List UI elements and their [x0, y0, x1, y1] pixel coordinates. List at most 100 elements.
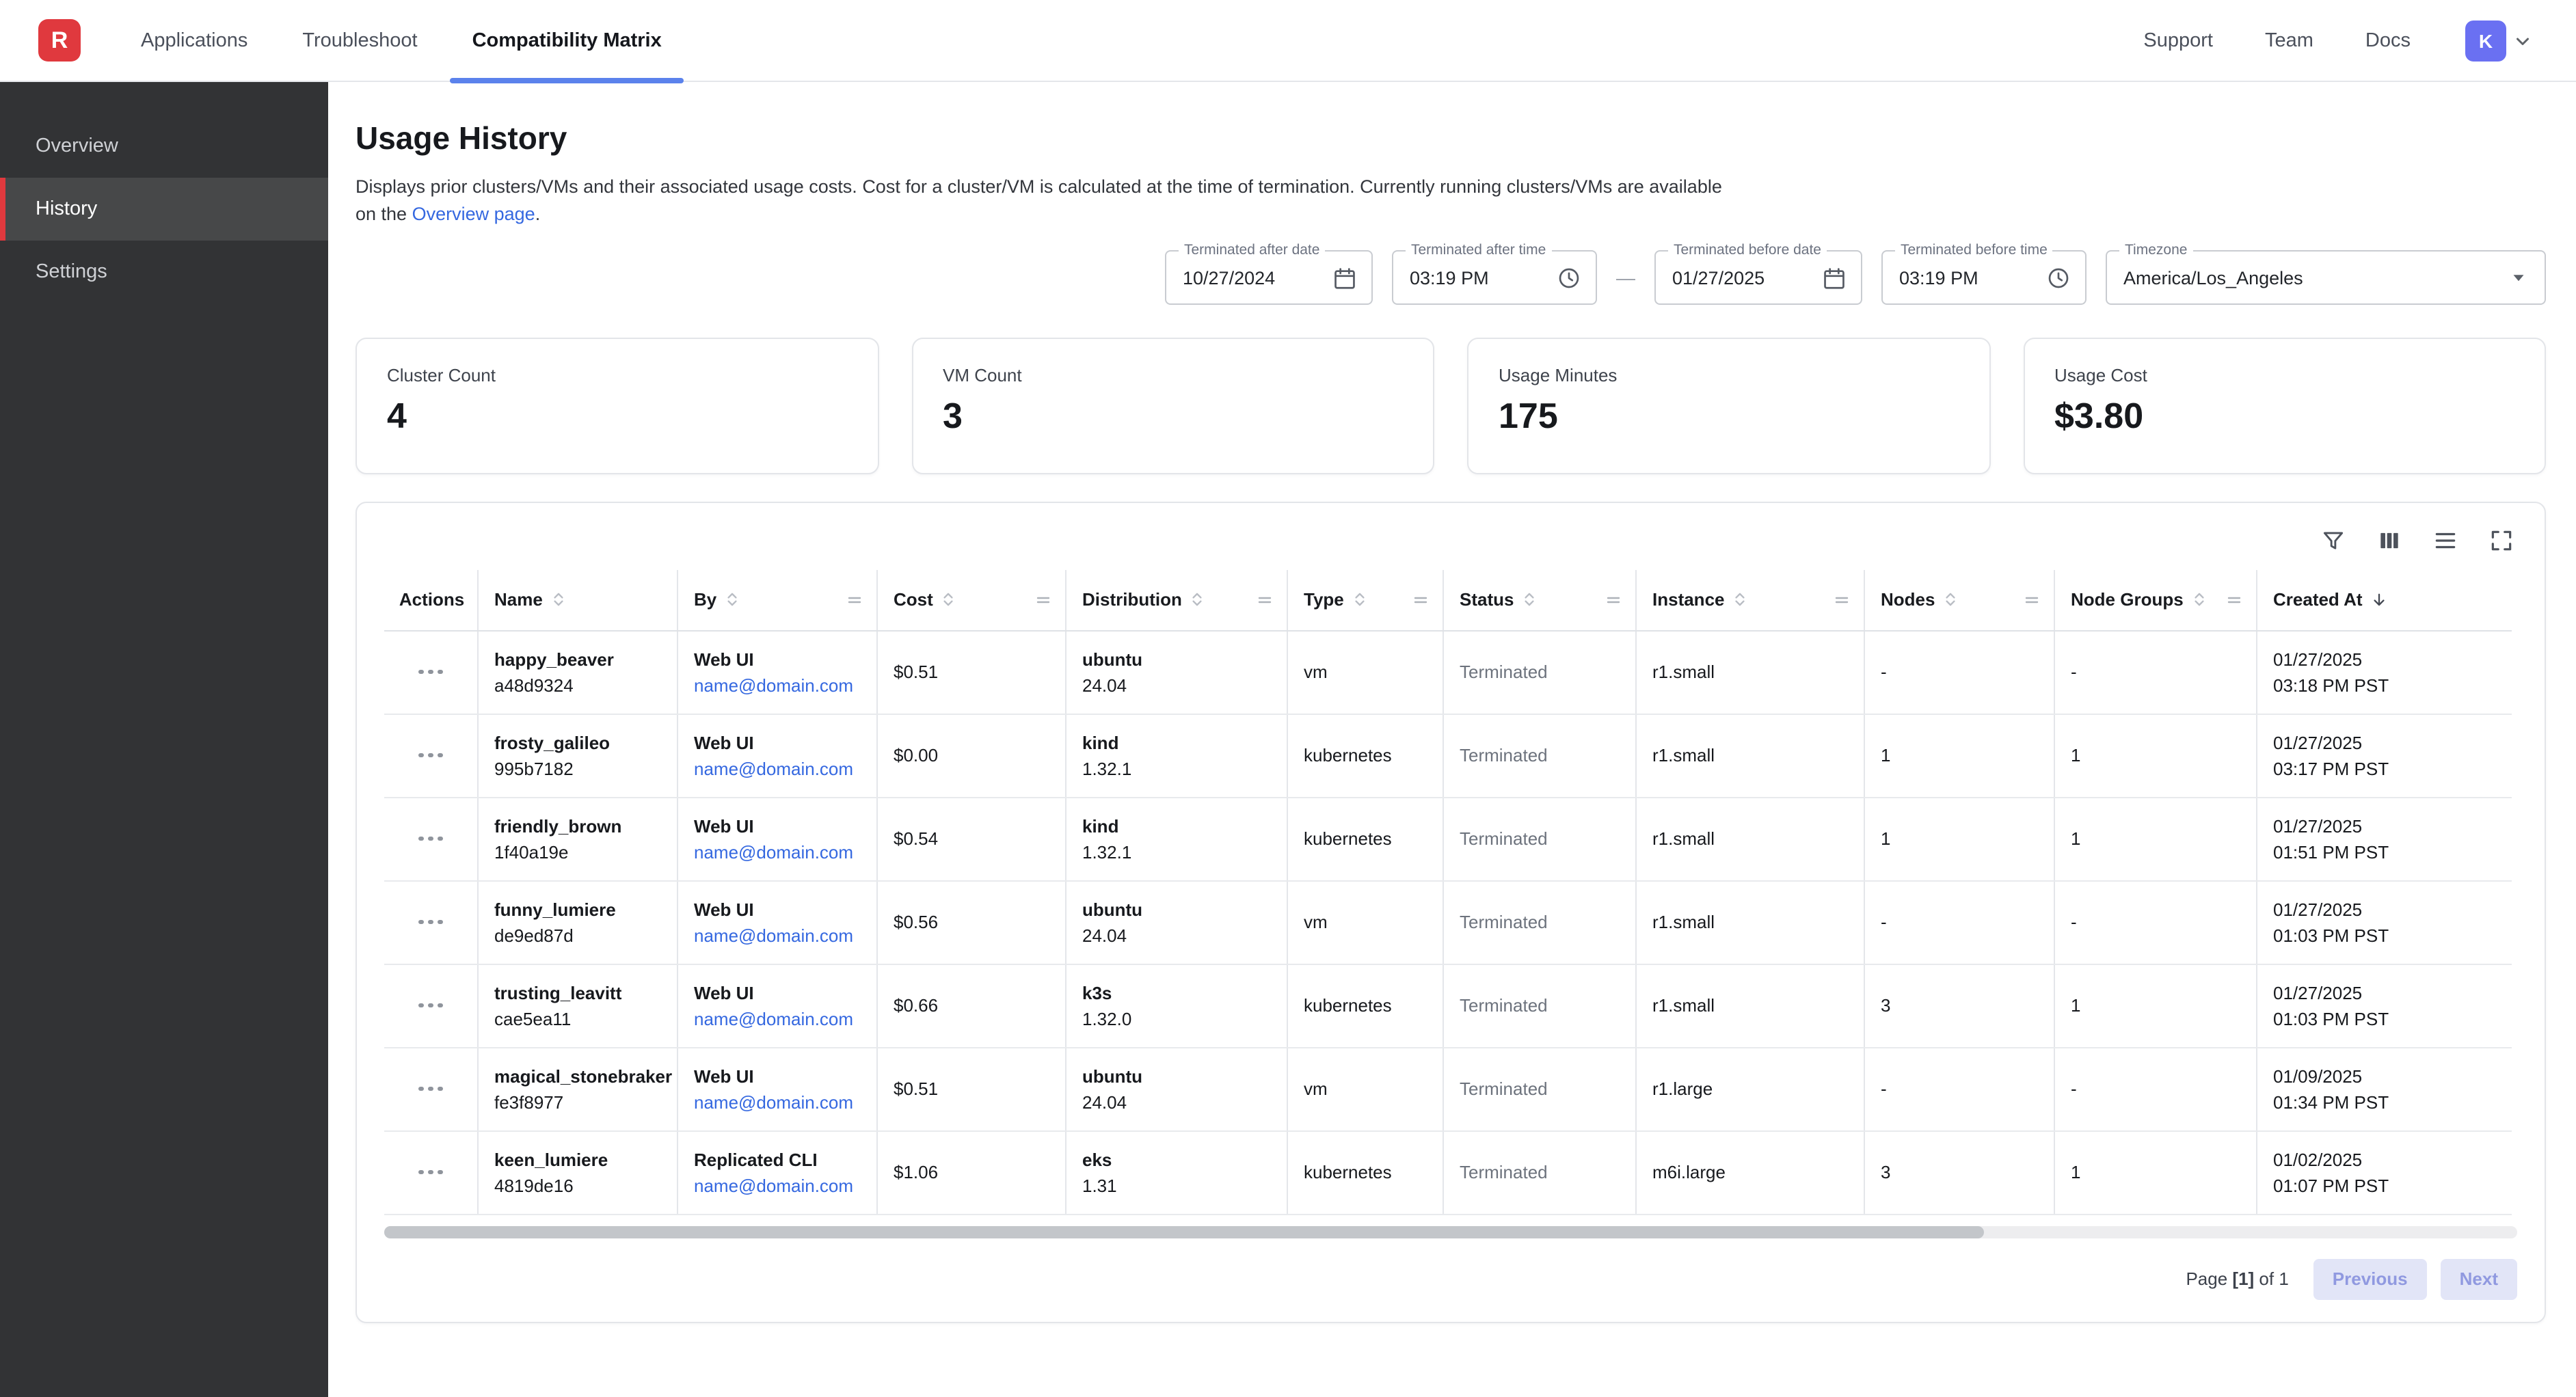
columns-icon[interactable] [2376, 528, 2402, 554]
filter-icon[interactable] [2320, 528, 2346, 554]
column-menu-icon[interactable] [2023, 592, 2039, 608]
cluster-name: funny_lumiere [494, 896, 660, 922]
column-header-nodes[interactable]: Nodes [1864, 570, 2054, 630]
nodes-cell: 3 [1864, 964, 2054, 1047]
next-page-button[interactable]: Next [2441, 1258, 2517, 1299]
sort-icon[interactable] [1520, 591, 1538, 609]
created-by-email-link[interactable]: name@domain.com [694, 841, 853, 862]
sort-icon[interactable] [1351, 591, 1369, 609]
created-by-email-link[interactable]: name@domain.com [694, 758, 853, 778]
terminated-before-date-field[interactable]: Terminated before date 01/27/2025 [1654, 250, 1862, 305]
instance-cell: r1.small [1635, 714, 1864, 797]
column-header-status[interactable]: Status [1443, 570, 1635, 630]
stat-card-cluster-count: Cluster Count 4 [355, 338, 878, 474]
sidebar-item-history[interactable]: History [0, 178, 328, 241]
column-menu-icon[interactable] [1034, 592, 1051, 608]
cluster-name: frosty_galileo [494, 729, 660, 755]
nav-item-troubleshoot[interactable]: Troubleshoot [302, 29, 417, 51]
sort-icon[interactable] [2190, 591, 2208, 609]
type-cell: kubernetes [1287, 714, 1443, 797]
nav-item-compatibility-matrix[interactable]: Compatibility Matrix [472, 0, 662, 81]
sort-icon[interactable] [1942, 591, 1959, 609]
calendar-icon[interactable] [1332, 265, 1358, 290]
row-actions-button[interactable] [410, 1159, 451, 1186]
created-by-email-link[interactable]: name@domain.com [694, 925, 853, 945]
created-date: 01/27/2025 [2273, 979, 2495, 1005]
row-actions-button[interactable] [410, 909, 451, 936]
description-end: . [535, 204, 541, 224]
created-time: 01:03 PM PST [2273, 922, 2495, 948]
cost-cell: $0.66 [876, 964, 1065, 1047]
sidebar-item-overview[interactable]: Overview [0, 115, 328, 178]
actions-cell [384, 630, 477, 714]
name-cell: friendly_brown 1f40a19e [477, 797, 677, 880]
column-header-instance[interactable]: Instance [1635, 570, 1864, 630]
row-actions-button[interactable] [410, 1076, 451, 1102]
density-icon[interactable] [2432, 528, 2458, 554]
field-label: Terminated before date [1668, 242, 1827, 258]
account-menu[interactable]: K [2465, 20, 2535, 61]
terminated-before-time-field[interactable]: Terminated before time 03:19 PM [1881, 250, 2087, 305]
clock-icon[interactable] [2045, 265, 2071, 290]
created-by-method: Web UI [694, 896, 859, 922]
row-actions-button[interactable] [410, 659, 451, 686]
terminated-after-date-field[interactable]: Terminated after date 10/27/2024 [1165, 250, 1373, 305]
overview-page-link[interactable]: Overview page [412, 204, 535, 224]
caret-down-icon[interactable] [2506, 265, 2531, 290]
created-by-email-link[interactable]: name@domain.com [694, 675, 853, 695]
calendar-icon[interactable] [1821, 265, 1847, 290]
column-header-by[interactable]: By [677, 570, 876, 630]
sort-icon[interactable] [1732, 591, 1749, 609]
previous-page-button[interactable]: Previous [2313, 1258, 2427, 1299]
cluster-id: 995b7182 [494, 755, 660, 781]
actions-cell [384, 1047, 477, 1130]
created-by-email-link[interactable]: name@domain.com [694, 1008, 853, 1029]
created-at-cell: 01/27/2025 01:03 PM PST [2256, 964, 2512, 1047]
nav-item-docs[interactable]: Docs [2365, 29, 2411, 51]
sort-icon[interactable] [723, 591, 741, 609]
nav-item-applications[interactable]: Applications [141, 29, 247, 51]
usage-history-table: Actions Name By Cost Distribution Type S… [384, 570, 2512, 1215]
column-label: Type [1304, 590, 1344, 610]
row-actions-button[interactable] [410, 992, 451, 1019]
sort-icon[interactable] [550, 591, 567, 609]
created-by-email-link[interactable]: name@domain.com [694, 1175, 853, 1195]
column-header-created-at[interactable]: Created At [2256, 570, 2512, 630]
column-menu-icon[interactable] [1605, 592, 1621, 608]
nav-item-team[interactable]: Team [2265, 29, 2313, 51]
cluster-name: keen_lumiere [494, 1146, 660, 1172]
nav-item-support[interactable]: Support [2143, 29, 2213, 51]
sort-desc-icon[interactable] [2370, 591, 2389, 610]
field-label: Timezone [2119, 242, 2192, 258]
row-actions-button[interactable] [410, 742, 451, 769]
column-menu-icon[interactable] [2225, 592, 2242, 608]
column-menu-icon[interactable] [846, 592, 862, 608]
sort-icon[interactable] [1189, 591, 1207, 609]
created-at-cell: 01/27/2025 01:51 PM PST [2256, 797, 2512, 880]
column-header-type[interactable]: Type [1287, 570, 1443, 630]
column-header-node-groups[interactable]: Node Groups [2054, 570, 2256, 630]
horizontal-scrollbar-thumb[interactable] [384, 1225, 1984, 1238]
clock-icon[interactable] [1556, 265, 1582, 290]
created-by-method: Web UI [694, 979, 859, 1005]
created-by-email-link[interactable]: name@domain.com [694, 1091, 853, 1112]
avatar[interactable]: K [2465, 20, 2506, 61]
fullscreen-icon[interactable] [2488, 528, 2514, 554]
created-date: 01/27/2025 [2273, 646, 2495, 672]
column-menu-icon[interactable] [1256, 592, 1272, 608]
type-cell: kubernetes [1287, 964, 1443, 1047]
column-header-cost[interactable]: Cost [876, 570, 1065, 630]
column-menu-icon[interactable] [1412, 592, 1428, 608]
column-header-name[interactable]: Name [477, 570, 677, 630]
terminated-after-time-field[interactable]: Terminated after time 03:19 PM [1392, 250, 1597, 305]
sort-icon[interactable] [940, 591, 958, 609]
replicated-logo[interactable]: R [38, 19, 81, 62]
table-toolbar [384, 522, 2517, 570]
row-actions-button[interactable] [410, 826, 451, 852]
sidebar-item-settings[interactable]: Settings [0, 241, 328, 303]
timezone-select[interactable]: Timezone America/Los_Angeles [2106, 250, 2546, 305]
horizontal-scrollbar[interactable] [384, 1225, 2517, 1238]
column-menu-icon[interactable] [1833, 592, 1849, 608]
created-date: 01/27/2025 [2273, 896, 2495, 922]
column-header-distribution[interactable]: Distribution [1065, 570, 1287, 630]
